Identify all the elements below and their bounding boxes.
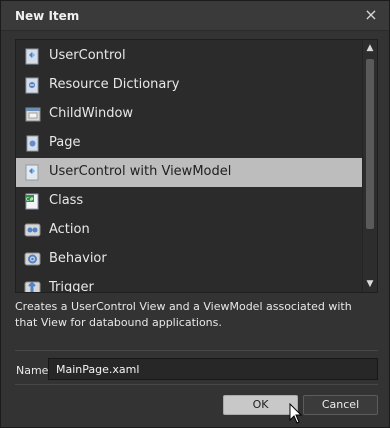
list-item-label: Page: [49, 135, 81, 150]
list-items-container: UserControl Resource Dictionary ChildWin…: [16, 40, 362, 292]
item-template-list[interactable]: UserControl Resource Dictionary ChildWin…: [15, 39, 378, 293]
usercontrol-viewmodel-icon: [25, 164, 39, 181]
class-icon: C#: [25, 193, 39, 210]
resource-dictionary-icon: [25, 77, 39, 94]
ok-button[interactable]: OK: [223, 395, 298, 415]
list-item-childwindow[interactable]: ChildWindow: [16, 100, 362, 129]
list-item-trigger[interactable]: Trigger: [16, 274, 362, 293]
list-item-resource-dictionary[interactable]: Resource Dictionary: [16, 71, 362, 100]
list-item-page[interactable]: Page: [16, 129, 362, 158]
dialog-title: New Item: [15, 9, 80, 23]
cancel-button[interactable]: Cancel: [303, 395, 378, 415]
usercontrol-icon: [25, 48, 39, 65]
behavior-icon: [24, 252, 41, 266]
scroll-up-icon[interactable]: ▲: [365, 43, 375, 53]
separator: [15, 384, 378, 385]
list-item-label: Action: [49, 222, 90, 237]
new-item-dialog: New Item × UserControl Resource Dictiona…: [0, 0, 390, 428]
titlebar: New Item ×: [1, 1, 389, 31]
name-input[interactable]: [48, 358, 378, 380]
list-item-label: ChildWindow: [49, 106, 134, 121]
list-item-label: Trigger: [49, 280, 94, 293]
childwindow-icon: [25, 107, 41, 122]
separator: [15, 350, 378, 351]
name-label: Name: [16, 364, 49, 377]
list-item-label: Resource Dictionary: [49, 77, 180, 92]
svg-text:C#: C#: [26, 197, 34, 203]
list-item-class[interactable]: C# Class: [16, 187, 362, 216]
list-item-behavior[interactable]: Behavior: [16, 245, 362, 274]
list-item-label: UserControl with ViewModel: [49, 164, 232, 179]
scroll-down-icon[interactable]: ▼: [365, 279, 375, 289]
trigger-icon: [24, 281, 41, 292]
list-item-label: Behavior: [49, 251, 107, 266]
mouse-cursor-icon: [289, 403, 303, 424]
scroll-thumb[interactable]: [366, 59, 374, 229]
list-scrollbar[interactable]: ▲ ▼: [362, 40, 377, 292]
page-icon: [26, 135, 39, 152]
list-item-label: UserControl: [49, 48, 126, 63]
item-description: Creates a UserControl View and a ViewMod…: [15, 300, 352, 329]
list-item-label: Class: [49, 193, 84, 208]
list-item-usercontrol-with-viewmodel[interactable]: UserControl with ViewModel: [16, 158, 362, 187]
list-item-usercontrol[interactable]: UserControl: [16, 42, 362, 71]
list-item-action[interactable]: Action: [16, 216, 362, 245]
close-icon[interactable]: ×: [363, 7, 379, 23]
action-icon: [24, 223, 41, 237]
